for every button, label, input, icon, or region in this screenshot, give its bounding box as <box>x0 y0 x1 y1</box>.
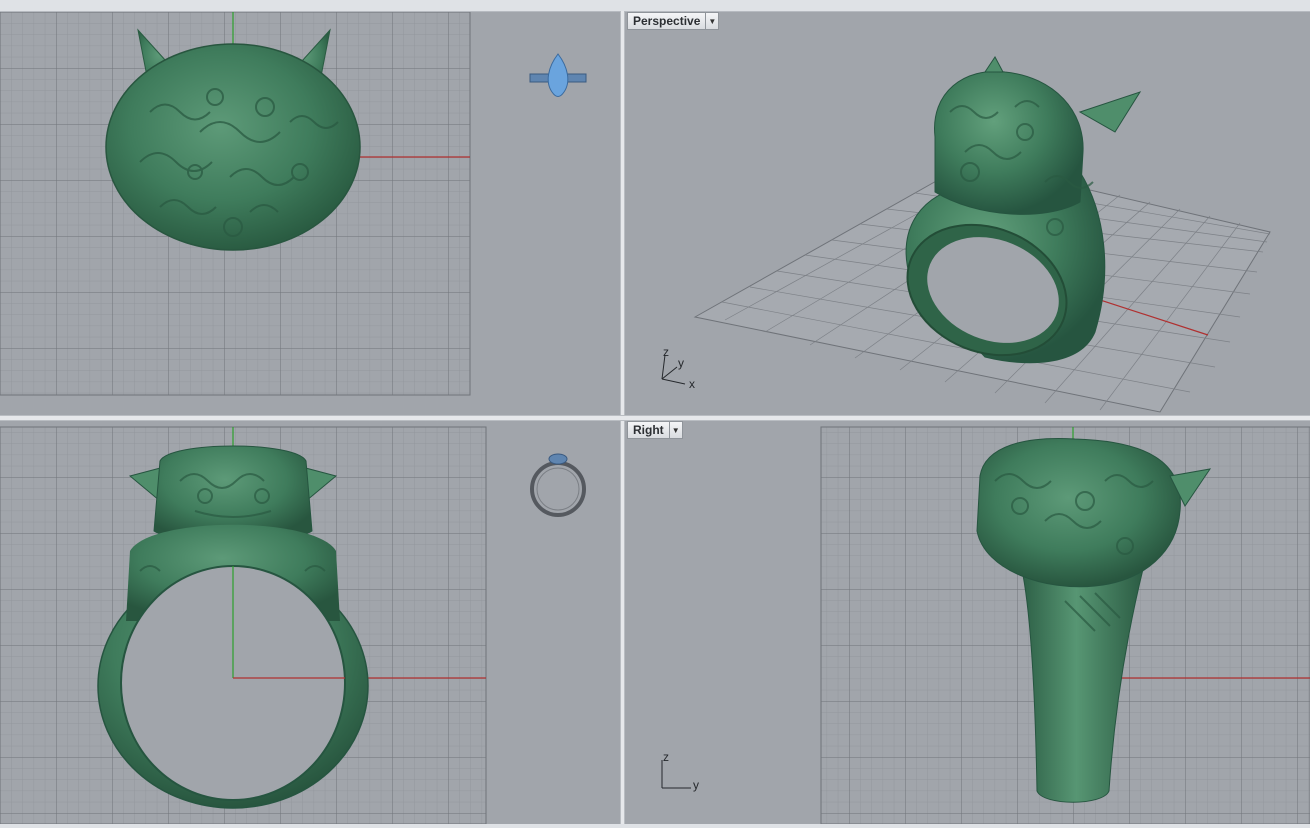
viewport-title-right[interactable]: Right ▼ <box>627 421 683 439</box>
view-cube-ring-icon[interactable] <box>530 453 586 517</box>
viewport-right[interactable]: Right ▼ z y <box>625 421 1310 824</box>
axis-triad-right: z y <box>661 750 699 792</box>
viewport-title-perspective[interactable]: Perspective ▼ <box>627 12 720 30</box>
viewport-perspective[interactable]: Perspective ▼ z y x <box>625 12 1310 415</box>
viewport-title-label: Right <box>633 423 664 437</box>
right-view-canvas: z y <box>661 426 1310 824</box>
front-view-canvas <box>0 426 586 824</box>
viewport-front[interactable] <box>0 421 620 824</box>
top-toolbar-strip <box>0 0 1310 12</box>
dropdown-arrow-icon[interactable]: ▼ <box>705 13 718 29</box>
perspective-canvas: z y x <box>661 56 1271 413</box>
axis-label-z: z <box>663 345 669 359</box>
viewport-title-label: Perspective <box>633 14 701 28</box>
bottom-strip <box>0 824 1310 828</box>
axis-label-x: x <box>689 377 695 391</box>
viewport-top[interactable] <box>0 12 620 415</box>
axis-triad-perspective: z y x <box>661 345 695 391</box>
top-view-canvas <box>0 12 587 396</box>
axis-label-y: y <box>678 356 684 370</box>
dropdown-arrow-icon[interactable]: ▼ <box>668 422 682 438</box>
axis-label-y: y <box>693 778 699 792</box>
ring-model-top[interactable] <box>105 28 361 251</box>
axis-label-z: z <box>663 750 669 764</box>
view-cube-gem-icon[interactable] <box>529 53 587 97</box>
